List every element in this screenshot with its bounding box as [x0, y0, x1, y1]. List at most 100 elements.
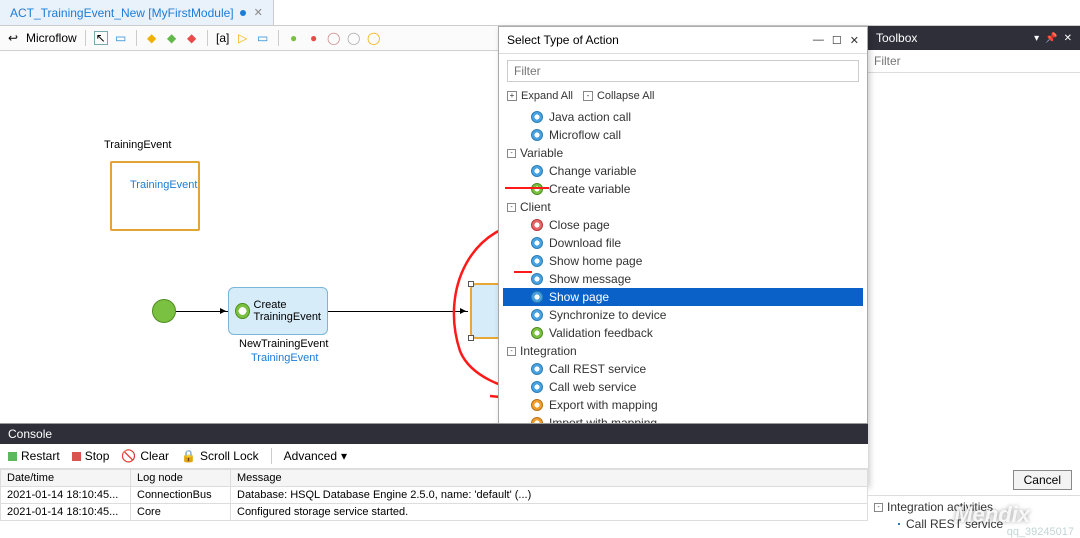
rest-icon [898, 523, 900, 525]
chevron-down-icon: ▾ [341, 449, 347, 463]
tree-group-header[interactable]: -Client [503, 198, 863, 216]
start-event[interactable] [152, 299, 176, 323]
tree-item[interactable]: Microflow call [503, 126, 863, 144]
stop-button[interactable]: Stop [72, 449, 110, 463]
collapse-toggle-icon[interactable]: - [507, 203, 516, 212]
toolbox-filter-input[interactable] [868, 50, 1080, 73]
maximize-icon[interactable]: ☐ [832, 34, 842, 47]
collapse-all-button[interactable]: -Collapse All [583, 90, 654, 102]
activity-tool-icon[interactable]: ▭ [114, 31, 128, 45]
create-icon [235, 303, 250, 319]
clear-button[interactable]: 🚫Clear [121, 449, 169, 463]
param-icon[interactable]: ▭ [256, 31, 270, 45]
toolbox-panel: Toolbox ▾ 📌 ✕ -Integration activities Ca… [868, 26, 1080, 538]
toolbox-pin-icon[interactable]: 📌 [1045, 33, 1057, 44]
tree-item[interactable]: Close page [503, 216, 863, 234]
tree-item-label: Show message [549, 272, 631, 286]
error-event-icon[interactable]: ◯ [327, 31, 341, 45]
tree-group-label: Integration [520, 344, 577, 358]
end-event-icon[interactable]: ● [307, 31, 321, 45]
advanced-menu[interactable]: Advanced ▾ [284, 449, 347, 463]
collapse-toggle-icon[interactable]: - [507, 149, 516, 158]
cell-datetime: 2021-01-14 18:10:45... [1, 487, 131, 504]
toolbox-title: Toolbox [876, 31, 917, 45]
tree-item-label: Java action call [549, 110, 631, 124]
close-icon[interactable]: ✕ [850, 34, 859, 47]
tree-item[interactable]: Create variable [503, 180, 863, 198]
parameter-type: TrainingEvent [104, 139, 171, 151]
tree-item[interactable]: Download file [503, 234, 863, 252]
col-datetime[interactable]: Date/time [1, 470, 131, 487]
tree-item-label: Change variable [549, 164, 636, 178]
tree-item[interactable]: Show message [503, 270, 863, 288]
annotation-icon[interactable]: [a] [216, 31, 230, 45]
resize-handle[interactable] [468, 335, 474, 341]
col-lognode[interactable]: Log node [131, 470, 231, 487]
cell-message: Configured storage service started. [231, 504, 868, 521]
console-toolbar: Restart Stop 🚫Clear 🔒Scroll Lock Advance… [0, 444, 868, 469]
tree-item-label: Call REST service [549, 362, 646, 376]
tree-item[interactable]: Show home page [503, 252, 863, 270]
scroll-lock-button[interactable]: 🔒Scroll Lock [181, 449, 259, 463]
console-row[interactable]: 2021-01-14 18:10:45...ConnectionBusDatab… [1, 487, 868, 504]
cell-lognode: Core [131, 504, 231, 521]
create-action-link[interactable]: TrainingEvent [251, 352, 318, 364]
decision-green-icon[interactable]: ◆ [165, 31, 179, 45]
decision-red-icon[interactable]: ◆ [185, 31, 199, 45]
create-action[interactable]: Create TrainingEvent NewTrainingEvent Tr… [228, 287, 328, 335]
decision-yellow-icon[interactable]: ◆ [145, 31, 159, 45]
tree-item[interactable]: Java action call [503, 108, 863, 126]
loop-icon[interactable]: ▷ [236, 31, 250, 45]
toolbox-dropdown-icon[interactable]: ▾ [1034, 33, 1039, 44]
cell-datetime: 2021-01-14 18:10:45... [1, 504, 131, 521]
tree-item[interactable]: Call web service [503, 378, 863, 396]
tree-item[interactable]: Export with mapping [503, 396, 863, 414]
cancel-button[interactable]: Cancel [1013, 470, 1072, 490]
tree-item-label: Microflow call [549, 128, 621, 142]
action-icon [531, 183, 543, 195]
restart-button[interactable]: Restart [8, 449, 60, 463]
tree-group-header[interactable]: -Variable [503, 144, 863, 162]
tree-item[interactable]: Change variable [503, 162, 863, 180]
tree-item-label: Download file [549, 236, 621, 250]
tree-item[interactable]: Show page [503, 288, 863, 306]
start-event-icon[interactable]: ● [287, 31, 301, 45]
resize-handle[interactable] [468, 281, 474, 287]
console-row[interactable]: 2021-01-14 18:10:45...CoreConfigured sto… [1, 504, 868, 521]
continue-event-icon[interactable]: ◯ [367, 31, 381, 45]
tree-item-label: Create variable [549, 182, 630, 196]
break-event-icon[interactable]: ◯ [347, 31, 361, 45]
document-tab[interactable]: ACT_TrainingEvent_New [MyFirstModule] ✕ [0, 0, 274, 25]
document-tab-label: ACT_TrainingEvent_New [MyFirstModule] [10, 6, 234, 20]
flow-arrow[interactable] [176, 311, 228, 312]
tree-item-label: Call web service [549, 380, 636, 394]
create-action-var: NewTrainingEvent [239, 338, 328, 350]
col-message[interactable]: Message [231, 470, 868, 487]
cell-lognode: ConnectionBus [131, 487, 231, 504]
tree-item[interactable]: Validation feedback [503, 324, 863, 342]
collapse-toggle-icon[interactable]: - [507, 347, 516, 356]
minimize-icon[interactable]: — [813, 34, 824, 47]
action-icon [531, 399, 543, 411]
action-icon [531, 273, 543, 285]
tree-item-label: Synchronize to device [549, 308, 666, 322]
arrow-left-icon[interactable]: ↩ [6, 31, 20, 45]
toolbox-close-icon[interactable]: ✕ [1064, 33, 1072, 44]
parameter-box[interactable]: TrainingEvent [110, 161, 200, 231]
console-title: Console [0, 424, 868, 444]
action-picker-dialog: Select Type of Action — ☐ ✕ +Expand All … [498, 26, 868, 486]
tree-group-label: Variable [520, 146, 563, 160]
annotation-underline-icon [514, 271, 532, 273]
close-tab-icon[interactable]: ✕ [254, 6, 263, 19]
tree-item-label: Show page [549, 290, 609, 304]
parameter-link[interactable]: TrainingEvent [130, 179, 197, 191]
toolbox-group-label[interactable]: Integration activities [887, 500, 993, 514]
tree-item[interactable]: Synchronize to device [503, 306, 863, 324]
flow-arrow[interactable] [328, 311, 468, 312]
tree-item[interactable]: Call REST service [503, 360, 863, 378]
dialog-filter-input[interactable] [507, 60, 859, 82]
expand-all-button[interactable]: +Expand All [507, 90, 573, 102]
tree-group-header[interactable]: -Integration [503, 342, 863, 360]
action-icon [531, 327, 543, 339]
pointer-tool-icon[interactable]: ↖ [94, 31, 108, 45]
